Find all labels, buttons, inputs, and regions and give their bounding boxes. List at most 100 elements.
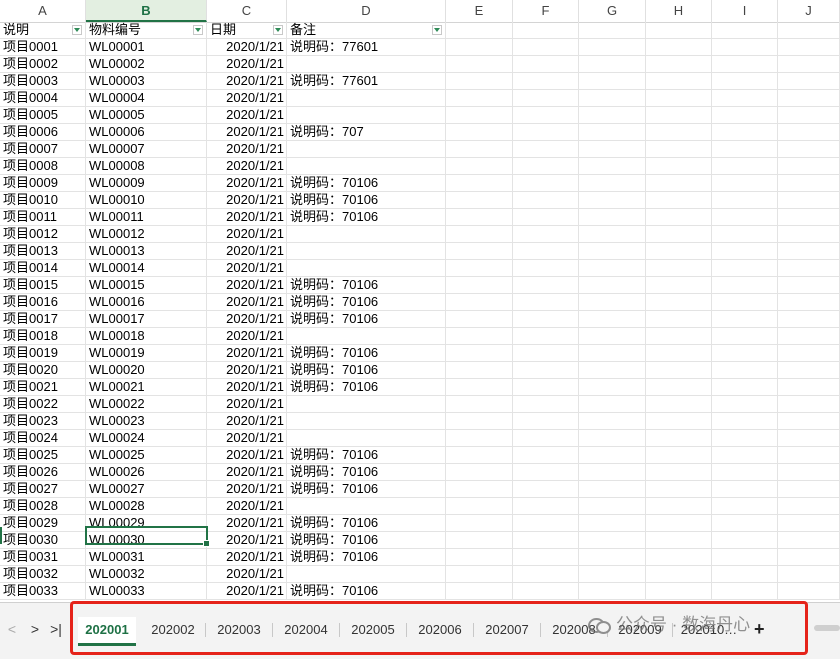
cell[interactable] bbox=[513, 498, 579, 514]
cell[interactable] bbox=[778, 175, 840, 191]
cell[interactable] bbox=[579, 566, 646, 582]
cell[interactable] bbox=[778, 243, 840, 259]
cell[interactable]: WL00013 bbox=[86, 243, 207, 259]
cell[interactable]: 2020/1/21 bbox=[207, 158, 287, 174]
cell[interactable] bbox=[646, 328, 712, 344]
cell[interactable] bbox=[513, 481, 579, 497]
cell[interactable]: 项目0025 bbox=[0, 447, 86, 463]
cell[interactable]: 说明码：70106 bbox=[287, 311, 446, 327]
cell[interactable] bbox=[446, 413, 513, 429]
cell[interactable]: WL00004 bbox=[86, 90, 207, 106]
cell[interactable]: WL00014 bbox=[86, 260, 207, 276]
cell[interactable] bbox=[513, 532, 579, 548]
cell[interactable] bbox=[778, 498, 840, 514]
cell[interactable] bbox=[778, 39, 840, 55]
cell[interactable] bbox=[446, 39, 513, 55]
cell[interactable] bbox=[712, 328, 778, 344]
cell[interactable] bbox=[446, 158, 513, 174]
cell[interactable] bbox=[646, 549, 712, 565]
cell[interactable]: WL00021 bbox=[86, 379, 207, 395]
cell[interactable]: 项目0011 bbox=[0, 209, 86, 225]
cell[interactable] bbox=[579, 277, 646, 293]
cell[interactable]: WL00003 bbox=[86, 73, 207, 89]
cell[interactable] bbox=[287, 141, 446, 157]
cell[interactable]: 项目0019 bbox=[0, 345, 86, 361]
cell[interactable]: WL00018 bbox=[86, 328, 207, 344]
cell[interactable] bbox=[579, 158, 646, 174]
filter-dropdown-icon[interactable] bbox=[193, 25, 203, 35]
header-cell-b[interactable]: 物料编号 bbox=[86, 22, 207, 38]
cell[interactable] bbox=[778, 141, 840, 157]
cell[interactable]: 2020/1/21 bbox=[207, 532, 287, 548]
cell[interactable] bbox=[646, 107, 712, 123]
cell[interactable] bbox=[579, 243, 646, 259]
column-header-b[interactable]: B bbox=[86, 0, 207, 22]
cell[interactable] bbox=[646, 141, 712, 157]
cell[interactable] bbox=[778, 22, 840, 38]
cell[interactable] bbox=[646, 396, 712, 412]
cell[interactable]: WL00008 bbox=[86, 158, 207, 174]
column-header-g[interactable]: G bbox=[579, 0, 646, 22]
cell[interactable]: 项目0030 bbox=[0, 532, 86, 548]
cell[interactable]: 说明码：70106 bbox=[287, 362, 446, 378]
cell[interactable]: 2020/1/21 bbox=[207, 311, 287, 327]
cell[interactable] bbox=[778, 328, 840, 344]
cell[interactable]: 说明码：70106 bbox=[287, 549, 446, 565]
cell[interactable] bbox=[287, 226, 446, 242]
cell[interactable]: 说明码：70106 bbox=[287, 175, 446, 191]
add-sheet-button[interactable]: + bbox=[754, 619, 765, 640]
cell[interactable] bbox=[712, 549, 778, 565]
cell[interactable] bbox=[287, 90, 446, 106]
cell[interactable]: 说明码：70106 bbox=[287, 209, 446, 225]
cell[interactable] bbox=[446, 311, 513, 327]
cell[interactable]: 说明码：77601 bbox=[287, 39, 446, 55]
cell[interactable] bbox=[446, 90, 513, 106]
cell[interactable]: WL00023 bbox=[86, 413, 207, 429]
cell[interactable]: 项目0026 bbox=[0, 464, 86, 480]
cell[interactable] bbox=[513, 566, 579, 582]
cell[interactable]: 2020/1/21 bbox=[207, 90, 287, 106]
cell[interactable] bbox=[287, 107, 446, 123]
cell[interactable] bbox=[579, 73, 646, 89]
cell[interactable] bbox=[579, 294, 646, 310]
cell[interactable] bbox=[712, 107, 778, 123]
cell[interactable]: 项目0002 bbox=[0, 56, 86, 72]
cell[interactable] bbox=[513, 277, 579, 293]
cell[interactable]: 项目0020 bbox=[0, 362, 86, 378]
cell[interactable] bbox=[778, 158, 840, 174]
cell[interactable] bbox=[446, 362, 513, 378]
cell[interactable]: 项目0021 bbox=[0, 379, 86, 395]
cell[interactable] bbox=[446, 294, 513, 310]
cell[interactable] bbox=[579, 39, 646, 55]
cell[interactable]: 项目0017 bbox=[0, 311, 86, 327]
cell[interactable] bbox=[446, 464, 513, 480]
cell[interactable]: 2020/1/21 bbox=[207, 549, 287, 565]
cell[interactable] bbox=[446, 22, 513, 38]
cell[interactable] bbox=[646, 192, 712, 208]
cell[interactable]: 说明码：70106 bbox=[287, 583, 446, 599]
cell[interactable]: 项目0028 bbox=[0, 498, 86, 514]
cell[interactable] bbox=[778, 430, 840, 446]
cell[interactable]: 项目0015 bbox=[0, 277, 86, 293]
cell[interactable]: 项目0033 bbox=[0, 583, 86, 599]
sheet-tab-202007[interactable]: 202007 bbox=[476, 617, 538, 643]
cell[interactable]: WL00032 bbox=[86, 566, 207, 582]
cell[interactable] bbox=[712, 464, 778, 480]
cell[interactable]: 项目0004 bbox=[0, 90, 86, 106]
filter-dropdown-icon[interactable] bbox=[432, 25, 442, 35]
cell[interactable] bbox=[646, 90, 712, 106]
cell[interactable]: WL00030 bbox=[86, 532, 207, 548]
cell[interactable] bbox=[646, 209, 712, 225]
sheet-tab-202004[interactable]: 202004 bbox=[275, 617, 337, 643]
cell[interactable] bbox=[712, 124, 778, 140]
cell[interactable] bbox=[646, 379, 712, 395]
sheet-tab-202002[interactable]: 202002 bbox=[142, 617, 204, 643]
cell[interactable] bbox=[446, 175, 513, 191]
cell[interactable] bbox=[513, 345, 579, 361]
cell[interactable]: WL00019 bbox=[86, 345, 207, 361]
cell[interactable] bbox=[513, 396, 579, 412]
cell[interactable] bbox=[287, 413, 446, 429]
cell[interactable] bbox=[287, 260, 446, 276]
cell[interactable] bbox=[446, 498, 513, 514]
cell[interactable] bbox=[513, 430, 579, 446]
